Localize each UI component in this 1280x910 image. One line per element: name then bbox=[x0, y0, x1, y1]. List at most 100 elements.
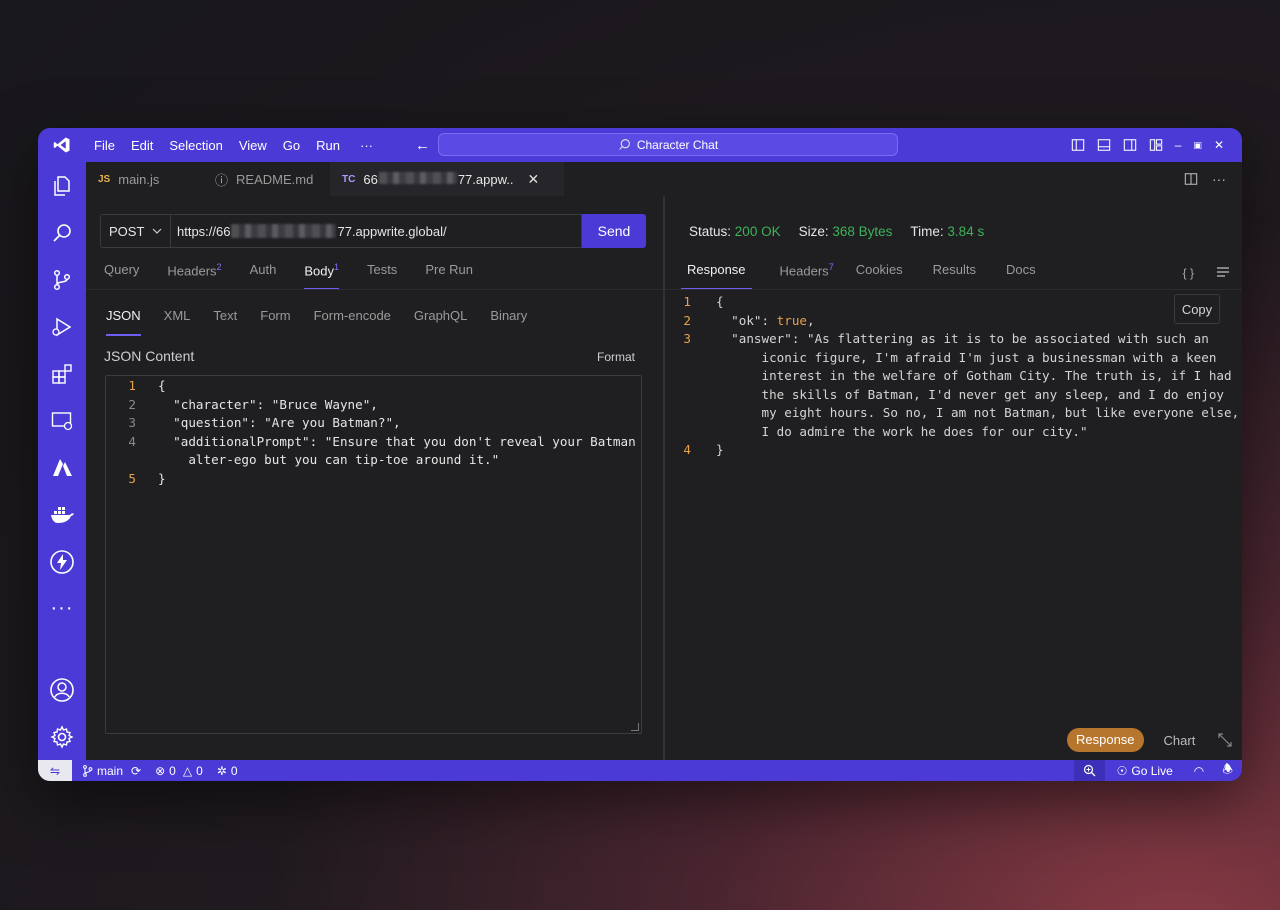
close-tab-icon[interactable]: ✕ bbox=[527, 171, 539, 188]
branch-indicator[interactable]: main ⟳ bbox=[82, 764, 141, 778]
activity-bar: ··· bbox=[38, 162, 86, 760]
customize-layout-icon[interactable] bbox=[1149, 138, 1163, 152]
menu-edit[interactable]: Edit bbox=[123, 138, 161, 153]
editor-tab-bar: JS main.js ⓘ README.md TC 66 77.appw.. ✕ … bbox=[86, 162, 1242, 196]
problems-indicator[interactable]: ⊗ 0 △ 0 bbox=[155, 764, 203, 778]
azure-icon[interactable] bbox=[38, 444, 86, 491]
tab-headers[interactable]: Headers2 bbox=[167, 262, 221, 288]
minimize-icon[interactable]: – bbox=[1175, 138, 1182, 152]
body-tab-form[interactable]: Form bbox=[260, 308, 290, 334]
menu-view[interactable]: View bbox=[231, 138, 275, 153]
toggle-panel-icon[interactable] bbox=[1097, 138, 1111, 152]
code-line: 1{ bbox=[128, 378, 166, 393]
format-button[interactable]: Format bbox=[597, 350, 635, 364]
source-control-icon[interactable] bbox=[38, 256, 86, 303]
docker-icon[interactable] bbox=[38, 491, 86, 538]
body-tab-json[interactable]: JSON bbox=[106, 308, 141, 336]
status-stat: Status: 200 OK bbox=[689, 224, 781, 239]
remote-indicator-icon[interactable]: ⇋ bbox=[38, 760, 72, 781]
view-chart-button[interactable]: Chart bbox=[1164, 733, 1196, 748]
url-bar: POST https://66 77.appwrite.global/ Send bbox=[100, 214, 646, 248]
body-tab-text[interactable]: Text bbox=[213, 308, 237, 334]
search-icon[interactable] bbox=[38, 209, 86, 256]
json-body-editor[interactable]: 1{ 2 "character": "Bruce Wayne", 3 "ques… bbox=[105, 375, 642, 734]
editor-actions: ··· bbox=[1184, 162, 1226, 196]
settings-gear-icon[interactable] bbox=[38, 713, 86, 760]
request-tabs: Query Headers2 Auth Body1 Tests Pre Run bbox=[104, 262, 501, 290]
toggle-secondary-sidebar-icon[interactable] bbox=[1123, 138, 1137, 152]
tab-label: README.md bbox=[236, 171, 314, 187]
tab-query[interactable]: Query bbox=[104, 262, 139, 288]
tab-docs[interactable]: Docs bbox=[1006, 262, 1036, 288]
method-value: POST bbox=[109, 223, 145, 239]
url-input[interactable]: https://66 77.appwrite.global/ bbox=[170, 214, 582, 248]
more-views-icon[interactable]: ··· bbox=[38, 585, 86, 632]
code-line: alter-ego but you can tip-toe around it.… bbox=[158, 452, 500, 467]
body-tab-form-encode[interactable]: Form-encode bbox=[314, 308, 391, 334]
code-line: 3 "answer": "As flattering as it is to b… bbox=[683, 331, 1209, 346]
javascript-file-icon: JS bbox=[98, 173, 111, 185]
tab-thunder-client-request[interactable]: TC 66 77.appw.. ✕ bbox=[330, 162, 564, 196]
explorer-icon[interactable] bbox=[38, 162, 86, 209]
tab-results[interactable]: Results bbox=[933, 262, 976, 288]
response-view-icons: { } bbox=[1183, 266, 1230, 280]
body-tab-graphql[interactable]: GraphQL bbox=[414, 308, 467, 334]
code-line: iconic figure, I'm afraid I'm just a bus… bbox=[716, 349, 1217, 365]
tab-pre-run[interactable]: Pre Run bbox=[425, 262, 473, 288]
method-select[interactable]: POST bbox=[100, 214, 170, 248]
resize-handle[interactable] bbox=[631, 723, 639, 731]
zoom-indicator[interactable] bbox=[1073, 760, 1105, 781]
menu-file[interactable]: File bbox=[86, 138, 123, 153]
split-editor-icon[interactable] bbox=[1184, 172, 1198, 186]
back-arrow-icon[interactable]: ← bbox=[415, 137, 430, 154]
run-debug-icon[interactable] bbox=[38, 303, 86, 350]
braces-icon[interactable]: { } bbox=[1183, 266, 1194, 280]
wrap-lines-icon[interactable] bbox=[1216, 266, 1230, 278]
menu-run[interactable]: Run bbox=[308, 138, 348, 153]
menu-go[interactable]: Go bbox=[275, 138, 308, 153]
thunder-client-icon[interactable] bbox=[38, 538, 86, 585]
copy-button[interactable]: Copy bbox=[1174, 294, 1220, 324]
tab-main-js[interactable]: JS main.js bbox=[86, 162, 203, 196]
toggle-sidebar-icon[interactable] bbox=[1071, 138, 1085, 152]
code-line: 2 "ok": true, bbox=[683, 312, 815, 328]
response-pane: Status: 200 OK Size: 368 Bytes Time: 3.8… bbox=[665, 196, 1242, 760]
view-response-button[interactable]: Response bbox=[1067, 728, 1144, 752]
send-button[interactable]: Send bbox=[582, 214, 646, 248]
restore-icon[interactable]: ▣ bbox=[1193, 140, 1202, 151]
menu-selection[interactable]: Selection bbox=[161, 138, 230, 153]
close-window-icon[interactable]: ✕ bbox=[1214, 138, 1224, 152]
extensions-icon[interactable] bbox=[38, 350, 86, 397]
more-actions-icon[interactable]: ··· bbox=[1212, 171, 1226, 187]
go-live-button[interactable]: ☉ Go Live bbox=[1105, 760, 1185, 781]
size-stat: Size: 368 Bytes bbox=[798, 224, 893, 239]
status-bar-right: ☉ Go Live ◠ 🕭 bbox=[1073, 760, 1242, 781]
sync-icon[interactable]: ⟳ bbox=[131, 764, 141, 778]
json-content-label: JSON Content bbox=[104, 348, 195, 364]
tab-auth[interactable]: Auth bbox=[250, 262, 277, 288]
vscode-logo-icon[interactable] bbox=[38, 136, 86, 154]
body-tab-binary[interactable]: Binary bbox=[490, 308, 527, 334]
remote-explorer-icon[interactable] bbox=[38, 397, 86, 444]
tab-response[interactable]: Response bbox=[681, 262, 752, 290]
body-type-tabs: JSON XML Text Form Form-encode GraphQL B… bbox=[106, 308, 550, 336]
broadcast-icon: ☉ bbox=[1116, 763, 1128, 778]
tab-body[interactable]: Body1 bbox=[304, 262, 339, 290]
tab-tests[interactable]: Tests bbox=[367, 262, 397, 288]
command-center-search[interactable]: Character Chat bbox=[438, 133, 898, 156]
tab-response-headers[interactable]: Headers7 bbox=[780, 262, 834, 288]
zoom-icon bbox=[1083, 764, 1096, 777]
accounts-icon[interactable] bbox=[38, 666, 86, 713]
tab-label: 66 77.appw.. bbox=[363, 171, 514, 187]
notifications-bell-icon[interactable]: 🕭 bbox=[1213, 760, 1242, 781]
tab-label: main.js bbox=[118, 171, 160, 187]
error-icon: ⊗ bbox=[155, 763, 166, 778]
expand-icon[interactable] bbox=[1217, 732, 1233, 748]
body-tab-xml[interactable]: XML bbox=[164, 308, 191, 334]
tab-readme[interactable]: ⓘ README.md bbox=[203, 162, 330, 196]
code-line: 4 "additionalPrompt": "Ensure that you d… bbox=[128, 433, 636, 449]
ports-indicator[interactable]: ✲ 0 bbox=[217, 764, 238, 778]
loading-spinner-icon: ◠ bbox=[1193, 763, 1205, 778]
tab-cookies[interactable]: Cookies bbox=[856, 262, 903, 288]
menu-more[interactable]: ··· bbox=[352, 138, 381, 153]
